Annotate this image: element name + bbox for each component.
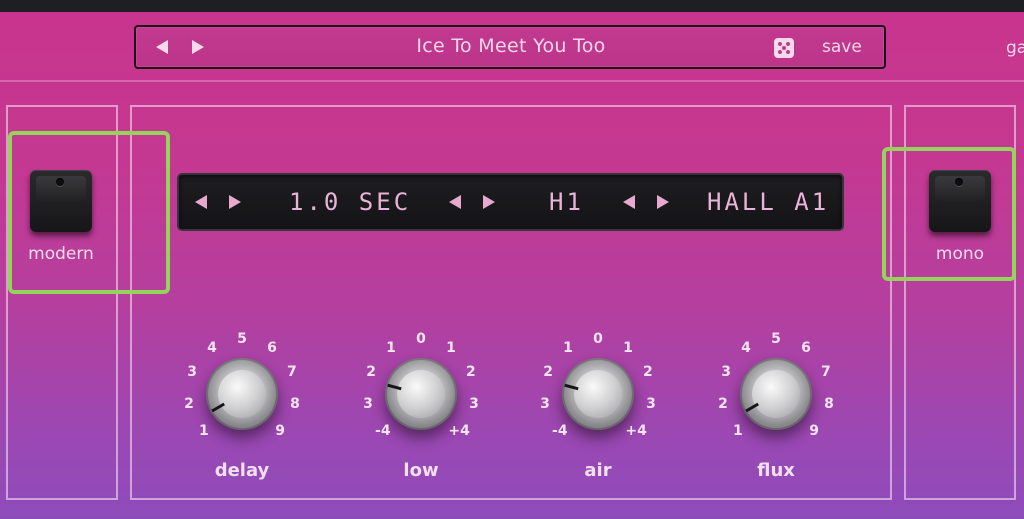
flux-tick-label: 3 <box>721 364 731 381</box>
delay-tick-label: 8 <box>290 395 300 412</box>
flux-label: flux <box>757 460 795 481</box>
delay-tick-label: 7 <box>287 364 297 381</box>
low-tick-label: -4 <box>375 423 391 440</box>
type-next-arrow-icon[interactable] <box>657 195 669 209</box>
low-tick-label: +4 <box>448 423 470 440</box>
low-tick-label: 0 <box>416 331 426 347</box>
air-tick-label: 1 <box>563 340 573 357</box>
low-tick-label: 2 <box>466 364 476 381</box>
mode-value: H1 <box>549 188 584 216</box>
time-next-arrow-icon[interactable] <box>229 195 241 209</box>
flux-tick-label: 7 <box>821 364 831 381</box>
delay-tick-label: 5 <box>237 331 247 347</box>
mode-next-arrow-icon[interactable] <box>483 195 495 209</box>
low-tick-label: 3 <box>469 395 479 412</box>
air-tick-label: 3 <box>540 395 550 412</box>
low-tick-label: 1 <box>386 340 396 357</box>
flux-tick-label: 8 <box>824 395 834 412</box>
delay-tick-label: 2 <box>184 395 194 412</box>
delay-tick-label: 3 <box>187 364 197 381</box>
mono-highlight-box <box>882 147 1016 281</box>
flux-tick-label: 2 <box>718 395 728 412</box>
preset-name[interactable]: Ice To Meet You Too <box>336 35 686 57</box>
air-tick-label: 0 <box>593 331 603 347</box>
air-knob[interactable] <box>562 358 634 430</box>
flux-tick-label: 5 <box>771 331 781 347</box>
delay-tick-label: 4 <box>207 340 217 357</box>
flux-tick-label: 6 <box>801 340 811 357</box>
low-tick-label: 2 <box>366 364 376 381</box>
prev-preset-arrow-icon[interactable] <box>156 40 168 54</box>
low-tick-label: 1 <box>446 340 456 357</box>
low-label: low <box>403 460 439 481</box>
time-prev-arrow-icon[interactable] <box>195 195 207 209</box>
delay-knob[interactable] <box>206 358 278 430</box>
flux-tick-label: 9 <box>809 423 820 440</box>
air-tick-label: 1 <box>623 340 633 357</box>
preset-bar: Ice To Meet You Too save <box>134 25 886 69</box>
mode-prev-arrow-icon[interactable] <box>449 195 461 209</box>
air-label: air <box>584 460 612 481</box>
randomize-dice-icon[interactable] <box>774 38 794 58</box>
header-divider <box>0 80 1024 82</box>
modern-highlight-box <box>8 131 170 294</box>
flux-tick-label: 4 <box>741 340 751 357</box>
air-tick-label: 2 <box>543 364 553 381</box>
delay-label: delay <box>214 460 270 481</box>
delay-tick-label: 1 <box>198 423 209 440</box>
center-panel <box>130 105 892 500</box>
delay-tick-label: 9 <box>275 423 286 440</box>
time-value: 1.0 SEC <box>289 188 412 216</box>
flux-knob[interactable] <box>740 358 812 430</box>
type-prev-arrow-icon[interactable] <box>623 195 635 209</box>
flux-tick-label: 1 <box>732 423 743 440</box>
truncated-header-label[interactable]: ga <box>1006 38 1024 58</box>
type-value: HALL A1 <box>707 188 830 216</box>
lcd-display: 1.0 SEC H1 HALL A1 <box>177 173 844 231</box>
save-button[interactable]: save <box>822 37 862 57</box>
air-tick-label: +4 <box>625 423 647 440</box>
air-tick-label: 2 <box>643 364 653 381</box>
low-tick-label: 3 <box>363 395 373 412</box>
next-preset-arrow-icon[interactable] <box>192 40 204 54</box>
air-tick-label: -4 <box>552 423 568 440</box>
low-knob[interactable] <box>385 358 457 430</box>
delay-tick-label: 6 <box>267 340 277 357</box>
air-tick-label: 3 <box>646 395 656 412</box>
top-bar <box>0 0 1024 12</box>
